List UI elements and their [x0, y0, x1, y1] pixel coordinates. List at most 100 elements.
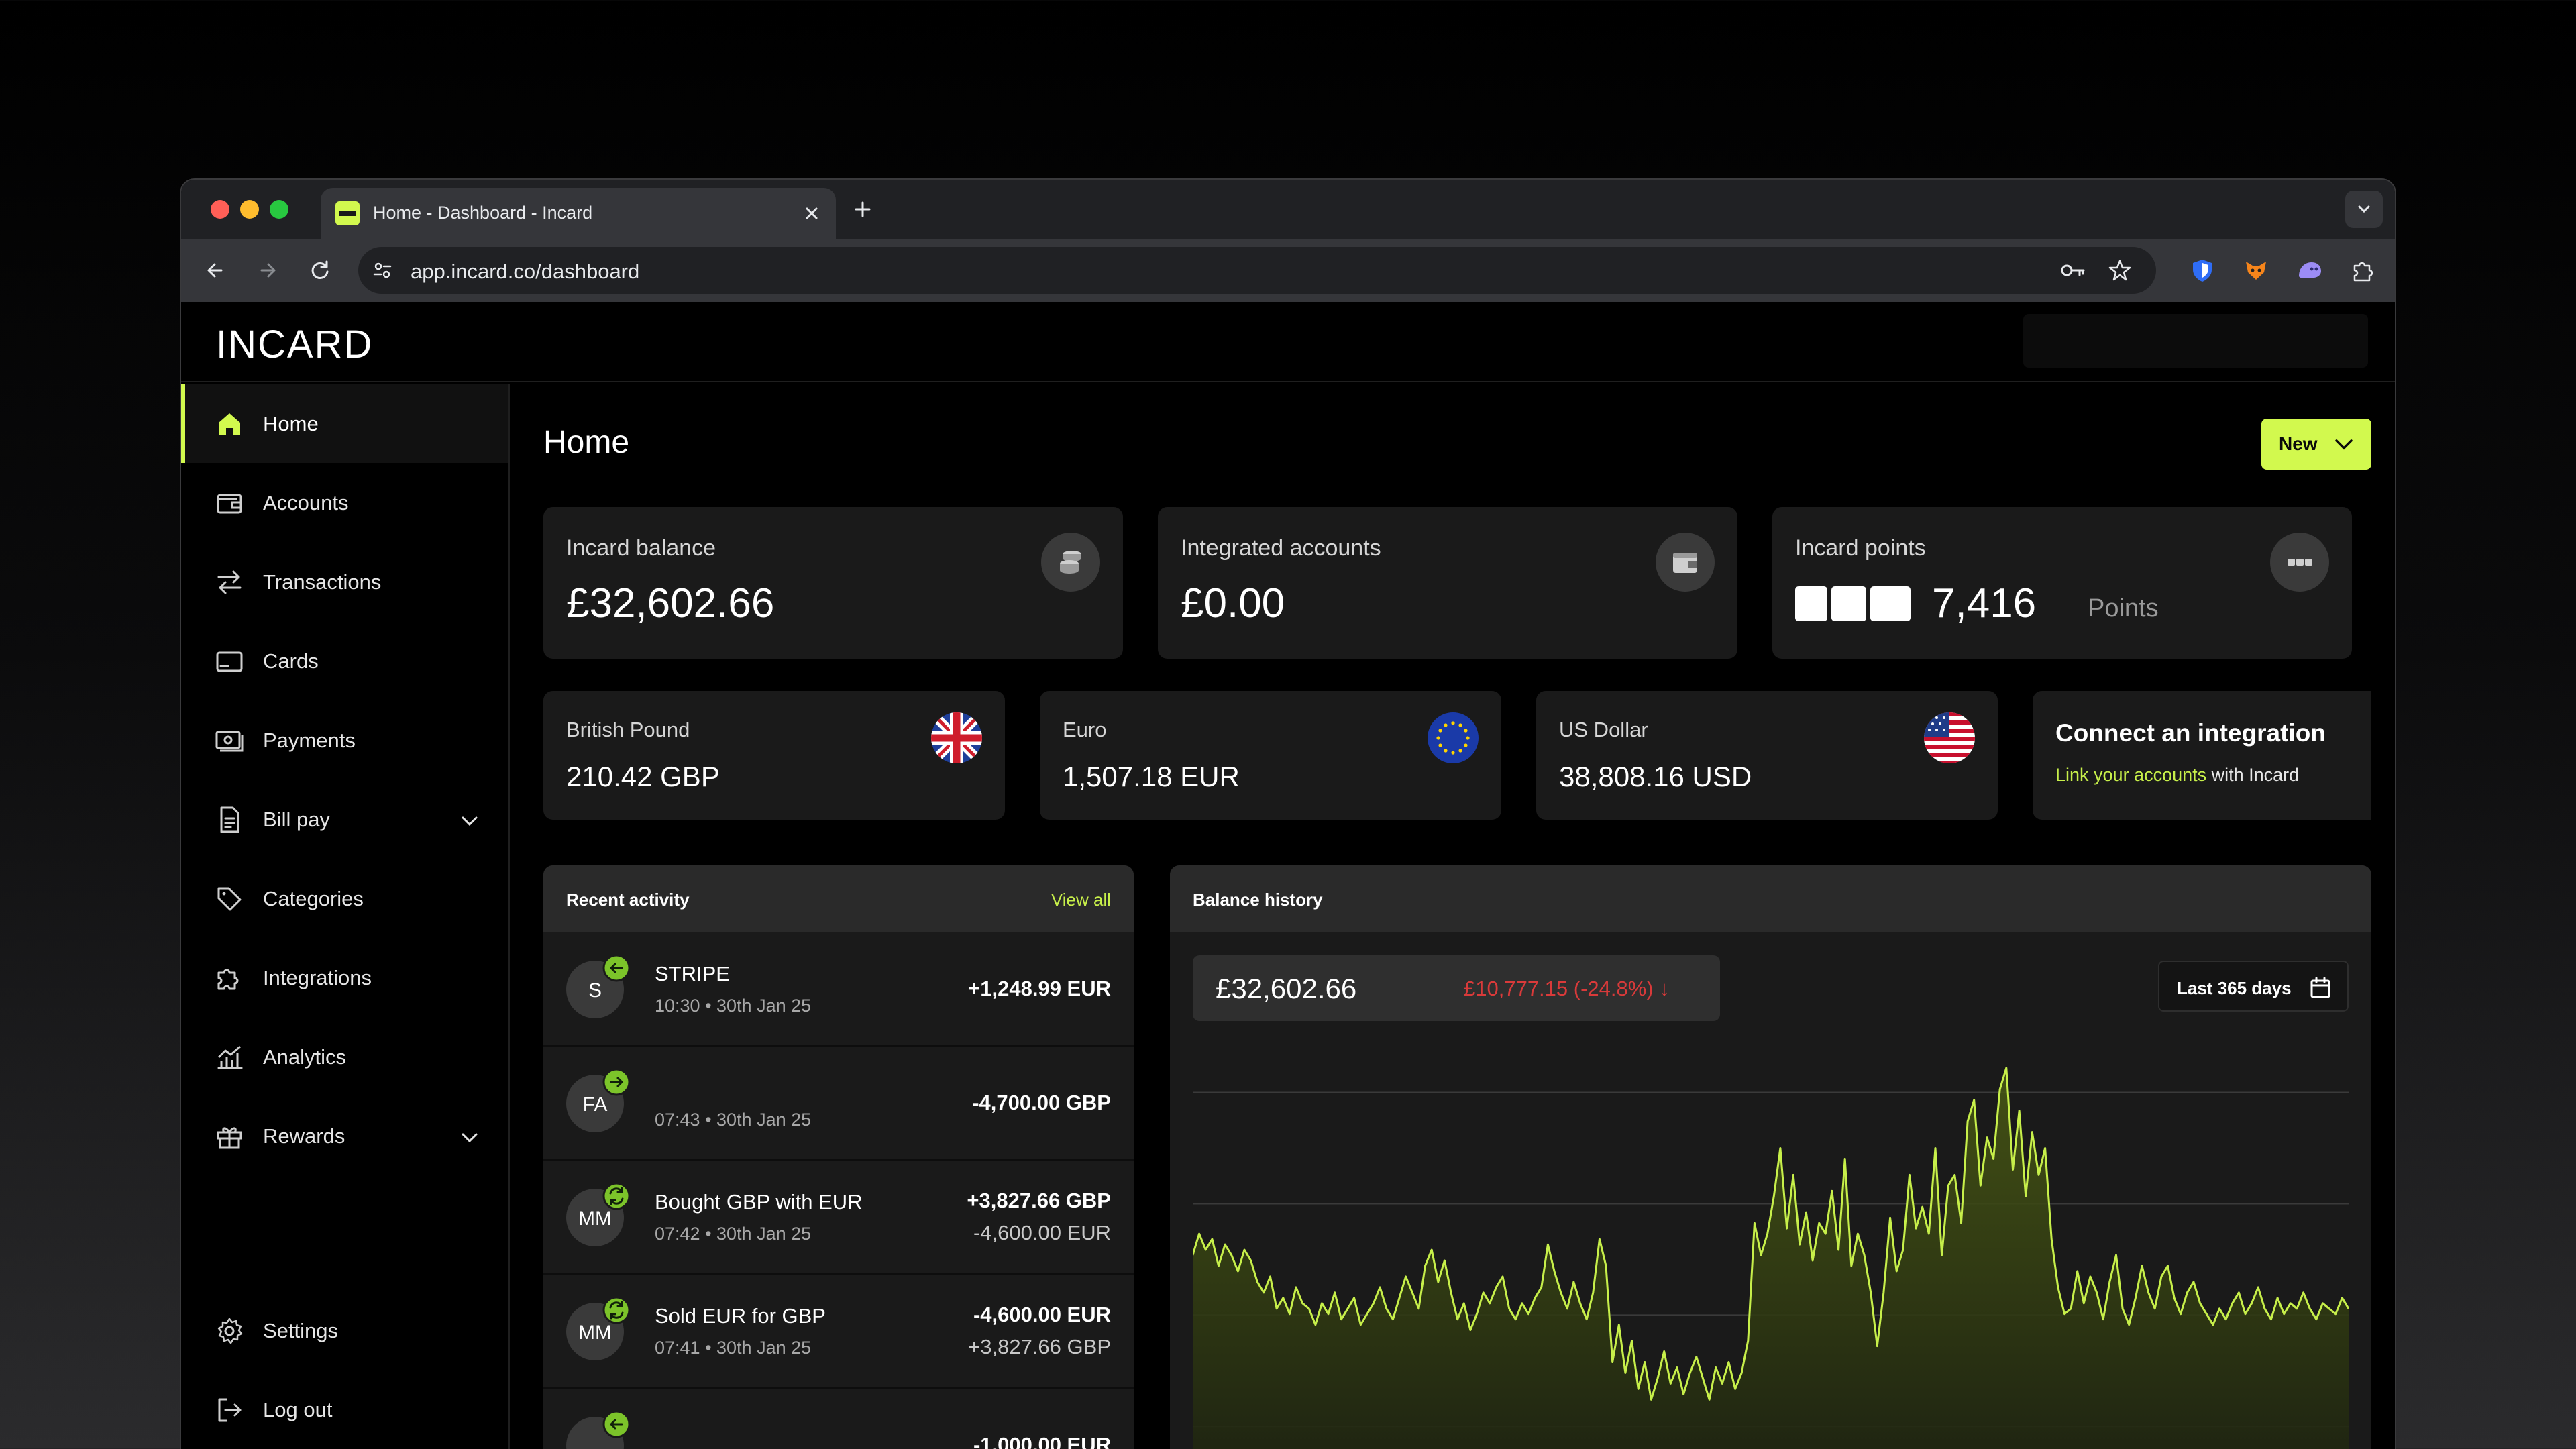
- chevron-down-icon[interactable]: [458, 1126, 482, 1150]
- incard-points-card[interactable]: Incard points 7,416 Points: [1772, 507, 2352, 659]
- chevron-down-icon: [2358, 205, 2370, 213]
- balance-change: £10,777.15 (-24.8%) ↓: [1464, 977, 1670, 1000]
- integration-title: Connect an integration: [2055, 719, 2326, 747]
- new-button[interactable]: New: [2261, 419, 2371, 470]
- incard-balance-card[interactable]: Incard balance £32,602.66: [543, 507, 1123, 659]
- analytics-icon: [217, 1045, 243, 1069]
- connect-integration-card[interactable]: Connect an integration Link your account…: [2033, 691, 2371, 820]
- stat-value: £32,602.66: [566, 580, 775, 627]
- new-tab-icon[interactable]: [851, 197, 875, 221]
- forward-icon[interactable]: [254, 256, 282, 284]
- url-text[interactable]: app.incard.co/dashboard: [411, 260, 639, 284]
- minimize-window-button[interactable]: [240, 200, 259, 219]
- points-value: 7,416: [1932, 580, 2037, 627]
- currency-card-gbp[interactable]: British Pound 210.42 GBP: [543, 691, 1005, 820]
- transaction-amount: -1,000.00 EUR: [973, 1433, 1111, 1449]
- table-row[interactable]: -1,000.00 EUR: [543, 1389, 1134, 1449]
- currency-name: US Dollar: [1559, 718, 1648, 741]
- date-range-button[interactable]: Last 365 days: [2158, 961, 2349, 1012]
- points-cards-icon: [1795, 586, 1911, 621]
- sidebar-item-label: Log out: [263, 1398, 333, 1421]
- close-tab-icon[interactable]: [800, 201, 824, 225]
- currency-card-usd[interactable]: US Dollar 38,808.16 USD: [1536, 691, 1998, 820]
- history-header: Balance history: [1170, 865, 2371, 932]
- browser-toolbar: app.incard.co/dashboard: [181, 239, 2395, 302]
- sidebar-item-label: Bill pay: [263, 808, 330, 831]
- table-row[interactable]: MM Sold EUR for GBP 07:41 • 30th Jan 25 …: [543, 1275, 1134, 1389]
- activity-header: Recent activity View all: [543, 865, 1134, 932]
- sidebar: Home Accounts Transactions Cards Payment…: [181, 384, 510, 1449]
- sidebar-item-settings[interactable]: Settings: [181, 1291, 508, 1370]
- integration-text: Link your accounts with Incard: [2055, 765, 2299, 786]
- transaction-amount: -4,700.00 GBP: [972, 1091, 1111, 1114]
- new-button-label: New: [2279, 433, 2318, 454]
- extensions-puzzle-icon[interactable]: [2349, 256, 2377, 284]
- history-title: Balance history: [1193, 890, 1323, 910]
- close-window-button[interactable]: [211, 200, 229, 219]
- tab-search-button[interactable]: [2345, 191, 2383, 228]
- balance-summary: £32,602.66 £10,777.15 (-24.8%) ↓: [1193, 955, 1720, 1021]
- sidebar-item-label: Transactions: [263, 570, 382, 594]
- address-bar[interactable]: app.incard.co/dashboard: [358, 247, 2156, 294]
- link-accounts-link[interactable]: Link your accounts: [2055, 765, 2206, 785]
- currency-name: British Pound: [566, 718, 690, 741]
- transaction-meta: 07:42 • 30th Jan 25: [655, 1224, 812, 1244]
- sidebar-item-home[interactable]: Home: [181, 384, 508, 463]
- browser-tab[interactable]: Home - Dashboard - Incard: [321, 188, 836, 239]
- view-all-link[interactable]: View all: [1051, 890, 1111, 910]
- reload-icon[interactable]: [306, 256, 334, 284]
- gift-icon: [217, 1127, 242, 1149]
- sidebar-item-cards[interactable]: Cards: [181, 621, 508, 700]
- sidebar-item-analytics[interactable]: Analytics: [181, 1017, 508, 1096]
- transfer-icon: [217, 570, 241, 594]
- incard-favicon-icon: [335, 201, 360, 225]
- sidebar-item-label: Integrations: [263, 966, 372, 989]
- sidebar-item-bill-pay[interactable]: Bill pay: [181, 780, 508, 859]
- points-badge-icon: [2270, 533, 2329, 592]
- wallet-icon: [217, 494, 242, 514]
- sidebar-item-accounts[interactable]: Accounts: [181, 463, 508, 542]
- table-row[interactable]: S STRIPE 10:30 • 30th Jan 25 +1,248.99 E…: [543, 932, 1134, 1046]
- sidebar-item-payments[interactable]: Payments: [181, 700, 508, 780]
- bookmark-star-icon[interactable]: [2108, 258, 2132, 282]
- sidebar-item-logout[interactable]: Log out: [181, 1370, 508, 1449]
- integrated-accounts-card[interactable]: Integrated accounts £0.00: [1158, 507, 1737, 659]
- transaction-meta: 07:43 • 30th Jan 25: [655, 1110, 812, 1130]
- chart-area-fill: [1193, 1067, 2349, 1449]
- header-user-area[interactable]: [2023, 314, 2368, 368]
- chevron-down-icon[interactable]: [458, 809, 482, 833]
- points-unit: Points: [2088, 594, 2159, 623]
- back-icon[interactable]: [201, 256, 229, 284]
- maximize-window-button[interactable]: [270, 200, 288, 219]
- sidebar-item-transactions[interactable]: Transactions: [181, 542, 508, 621]
- transaction-amount: -4,600.00 EUR: [973, 1303, 1111, 1326]
- table-row[interactable]: MM Bought GBP with EUR 07:42 • 30th Jan …: [543, 1161, 1134, 1275]
- incoming-arrow-icon: [602, 954, 631, 982]
- sidebar-item-rewards[interactable]: Rewards: [181, 1096, 508, 1175]
- balance-history-chart[interactable]: [1193, 1041, 2349, 1449]
- eu-flag-icon: [1428, 712, 1479, 763]
- incard-logo[interactable]: INCARD: [216, 322, 373, 367]
- fox-extension-icon[interactable]: [2242, 256, 2270, 284]
- date-range-label: Last 365 days: [2177, 978, 2292, 998]
- home-icon: [219, 413, 240, 435]
- site-info-icon[interactable]: [370, 258, 394, 282]
- sidebar-item-categories[interactable]: Categories: [181, 859, 508, 938]
- transaction-meta: 10:30 • 30th Jan 25: [655, 996, 812, 1016]
- activity-title: Recent activity: [566, 890, 690, 910]
- tab-strip: Home - Dashboard - Incard: [181, 180, 2395, 239]
- transaction-amount: +3,827.66 GBP: [967, 1189, 1111, 1212]
- shield-extension-icon[interactable]: [2188, 256, 2216, 284]
- bill-icon: [220, 806, 239, 833]
- currency-name: Euro: [1063, 718, 1107, 741]
- table-row[interactable]: FA 07:43 • 30th Jan 25 -4,700.00 GBP: [543, 1046, 1134, 1161]
- ghost-extension-icon[interactable]: [2296, 256, 2324, 284]
- password-key-icon[interactable]: [2059, 258, 2086, 282]
- sidebar-item-integrations[interactable]: Integrations: [181, 938, 508, 1017]
- page-title: Home: [543, 425, 630, 460]
- integration-suffix: with Incard: [2206, 765, 2300, 785]
- currency-card-eur[interactable]: Euro 1,507.18 EUR: [1040, 691, 1501, 820]
- incoming-arrow-icon: [602, 1410, 631, 1438]
- stat-label: Incard points: [1795, 535, 1926, 561]
- card-icon: [216, 651, 243, 672]
